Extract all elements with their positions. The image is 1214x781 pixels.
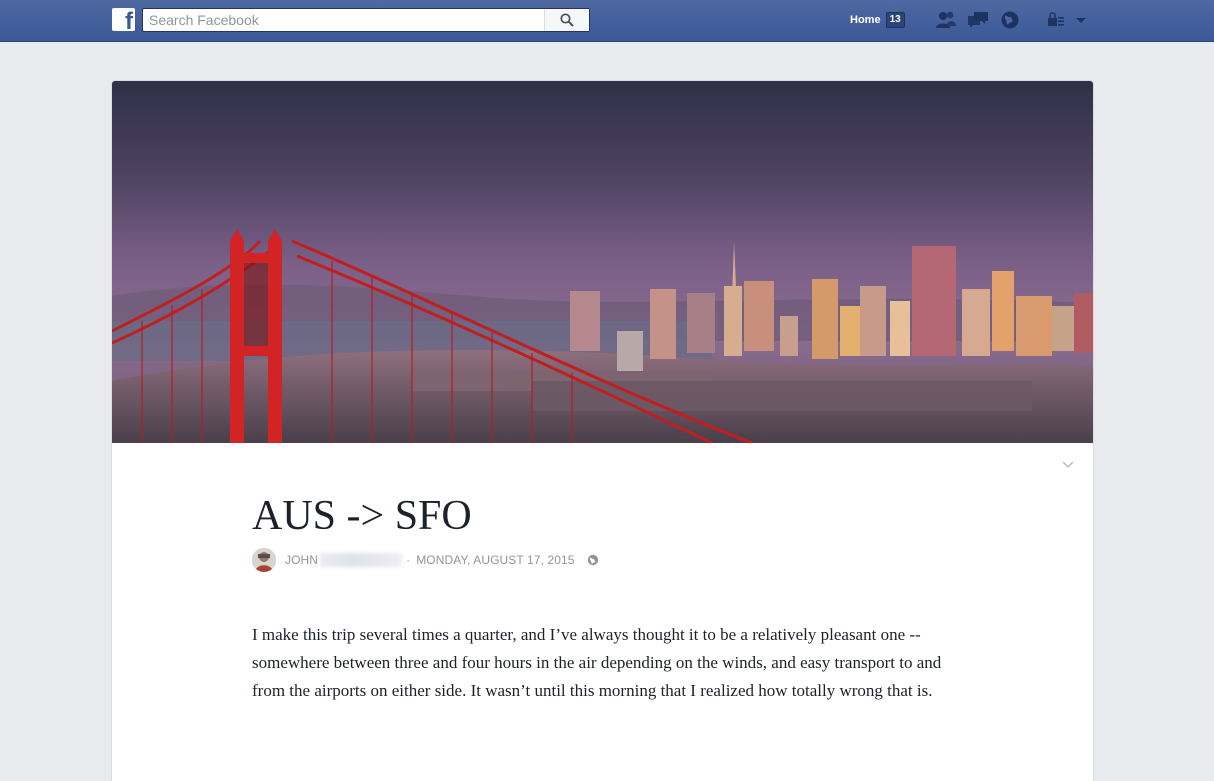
note-date[interactable]: Monday, August 17, 2015	[416, 553, 574, 567]
byline-separator: ·	[406, 553, 411, 567]
messages-button[interactable]	[966, 10, 990, 30]
public-globe-icon[interactable]	[587, 554, 599, 566]
search-input[interactable]	[143, 9, 555, 31]
note-body-paragraph: I make this trip several times a quarter…	[252, 625, 942, 700]
home-label: Home	[850, 14, 881, 26]
note-byline: John · Monday, August 17, 2015	[252, 548, 599, 572]
top-navigation-bar: f Home 13	[0, 0, 1214, 42]
account-menu-chevron-icon	[1076, 18, 1086, 23]
facebook-logo-icon[interactable]: f	[112, 8, 135, 31]
privacy-shortcuts-icon	[1048, 12, 1064, 26]
messages-icon	[968, 12, 988, 28]
notifications-globe-icon	[1001, 11, 1019, 29]
account-menu-button[interactable]	[1072, 10, 1090, 30]
home-link[interactable]: Home 13	[850, 11, 905, 29]
search-icon	[560, 13, 574, 27]
friend-requests-icon	[936, 11, 956, 28]
home-count-badge: 13	[885, 12, 905, 28]
author-avatar[interactable]	[252, 548, 276, 572]
post-options-chevron-icon[interactable]	[1060, 459, 1076, 471]
author-surname-redaction	[320, 553, 403, 567]
privacy-shortcuts-button[interactable]	[1044, 10, 1068, 30]
author-name[interactable]: John	[285, 553, 318, 567]
note-title: AUS -> SFO	[252, 493, 472, 539]
notifications-button[interactable]	[998, 10, 1022, 30]
search-button[interactable]	[544, 9, 589, 31]
search-box	[142, 8, 590, 32]
cover-photo	[112, 81, 1093, 443]
note-card: AUS -> SFO John · Monday, August 17, 201…	[112, 81, 1093, 781]
friend-requests-button[interactable]	[934, 10, 958, 30]
